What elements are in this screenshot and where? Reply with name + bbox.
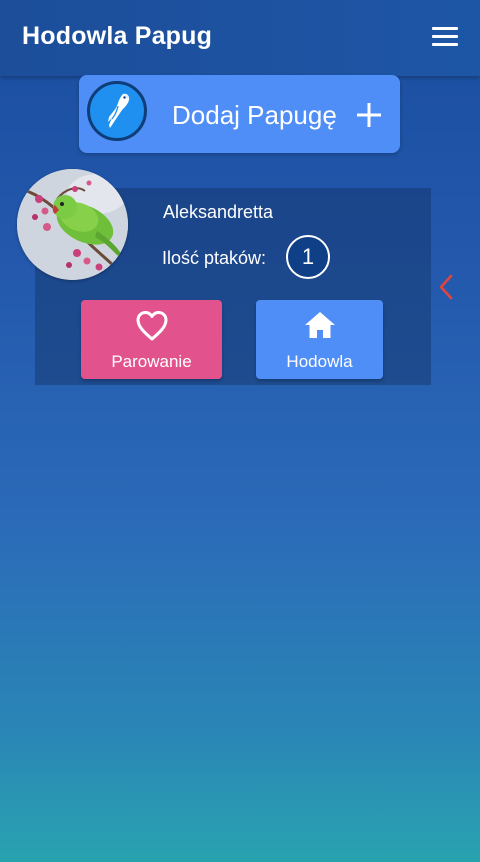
bird-count-badge: 1	[286, 235, 330, 279]
breeding-label: Hodowla	[286, 352, 353, 371]
bird-name: Aleksandretta	[163, 202, 274, 222]
pairing-button[interactable]: Parowanie	[81, 300, 222, 379]
app-title: Hodowla Papug	[22, 22, 213, 50]
pairing-label: Parowanie	[111, 352, 192, 371]
parrot-logo-icon	[87, 81, 147, 141]
app-bar: Hodowla Papug	[0, 0, 480, 76]
hamburger-menu-icon[interactable]	[432, 27, 458, 47]
add-parrot-button[interactable]: Dodaj Papugę	[79, 75, 400, 153]
add-parrot-label: Dodaj Papugę	[172, 100, 337, 130]
bird-count-label: Ilość ptaków:	[162, 248, 267, 268]
home-icon	[304, 312, 335, 338]
plus-icon	[357, 103, 381, 127]
chevron-left-icon[interactable]	[437, 274, 455, 300]
heart-outline-icon	[136, 311, 167, 341]
bird-avatar	[17, 169, 128, 280]
breeding-button[interactable]: Hodowla	[256, 300, 383, 379]
